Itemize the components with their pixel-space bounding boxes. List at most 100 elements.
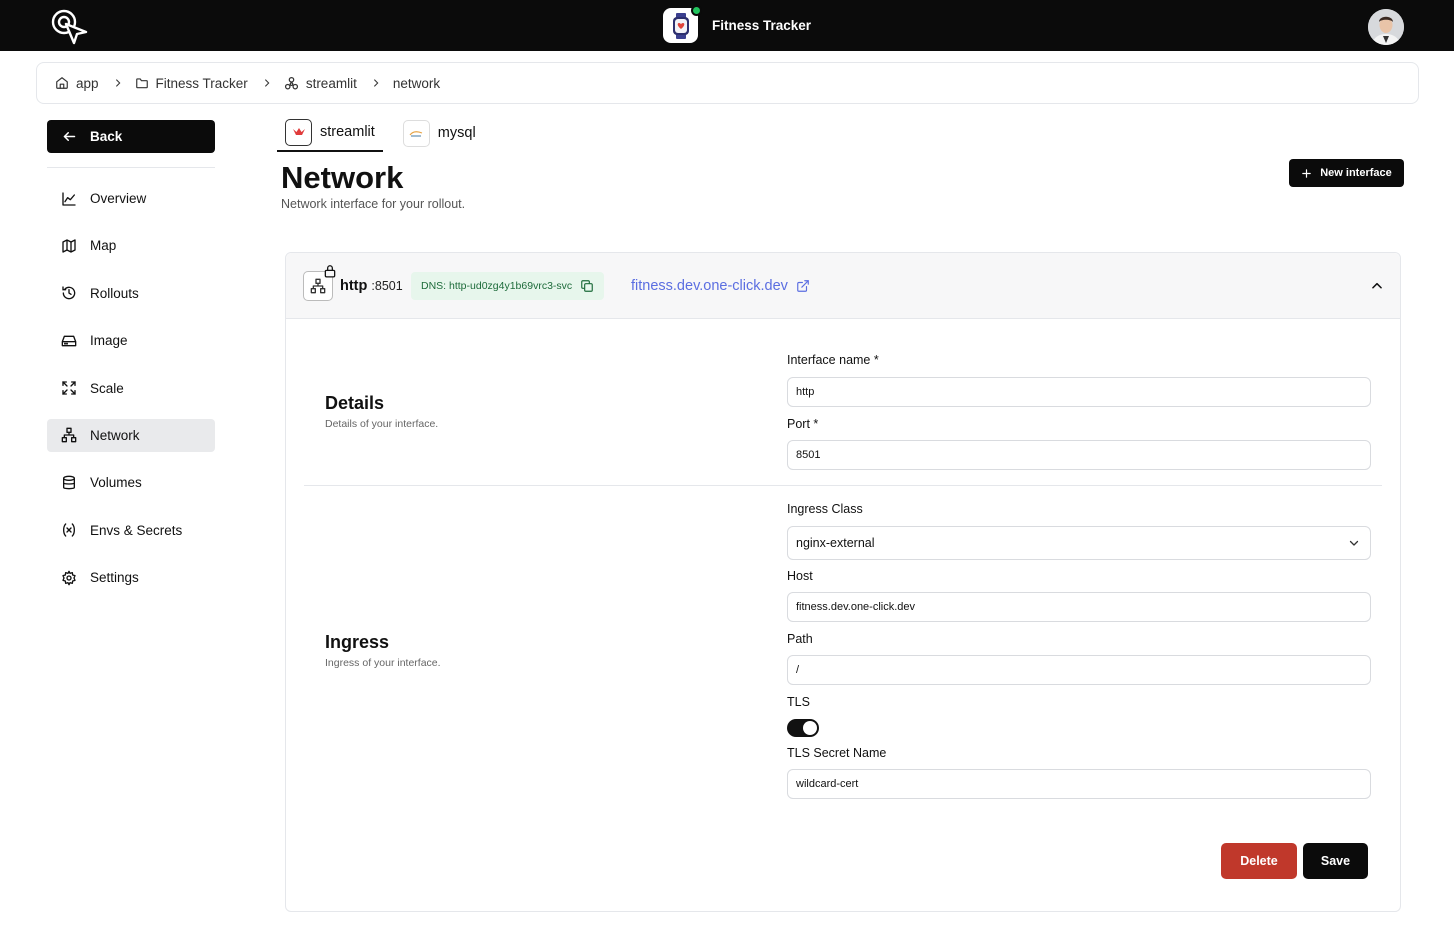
sidebar-item-label: Rollouts xyxy=(90,285,139,301)
sidebar-item-network[interactable]: Network xyxy=(47,418,215,452)
sidebar-item-settings[interactable]: Settings xyxy=(47,561,215,594)
folder-icon xyxy=(135,78,148,89)
breadcrumb-app[interactable]: app xyxy=(55,76,99,91)
breadcrumb-app-label: app xyxy=(76,75,99,91)
breadcrumb-rollout[interactable]: streamlit xyxy=(284,76,357,91)
expand-icon xyxy=(62,381,76,395)
toggle-knob xyxy=(803,721,817,735)
section-divider xyxy=(304,485,1382,486)
new-interface-button[interactable]: New interface xyxy=(1289,159,1404,187)
interface-port: :8501 xyxy=(371,279,403,293)
sidebar-item-label: Network xyxy=(90,427,140,443)
user-avatar[interactable] xyxy=(1368,9,1404,45)
interface-name: http xyxy=(340,278,368,294)
interface-name-field[interactable]: http xyxy=(787,377,1371,407)
sidebar-item-label: Overview xyxy=(90,191,147,206)
sidebar-item-label: Volumes xyxy=(90,475,142,491)
app-switcher[interactable]: Fitness Tracker xyxy=(663,5,812,43)
watch-app-icon xyxy=(663,5,702,43)
copy-icon[interactable] xyxy=(580,279,594,293)
ingress-class-label: Ingress Class xyxy=(787,502,863,516)
ingress-class-value: nginx-external xyxy=(796,536,875,550)
hard-drive-icon xyxy=(61,335,77,347)
mysql-icon xyxy=(402,119,430,147)
sidebar-item-image[interactable]: Image xyxy=(47,324,215,357)
top-bar: Fitness Tracker xyxy=(0,0,1454,51)
tab-label: mysql xyxy=(437,125,476,141)
back-label: Back xyxy=(90,129,123,144)
interface-header[interactable]: http :8501 DNS: http-ud0zg4y1b69vrc3-svc… xyxy=(286,253,1400,319)
ingress-class-select[interactable]: nginx-external xyxy=(787,526,1371,560)
sidebar-item-rollouts[interactable]: Rollouts xyxy=(47,277,215,310)
sidebar-item-label: Map xyxy=(90,238,117,254)
chevron-up-icon[interactable] xyxy=(1370,279,1384,298)
sidebar-item-label: Scale xyxy=(90,380,124,396)
variable-icon xyxy=(63,523,75,537)
breadcrumb-current-label: network xyxy=(392,75,441,91)
save-button[interactable]: Save xyxy=(1303,843,1368,879)
history-icon xyxy=(62,286,76,300)
host-field[interactable]: fitness.dev.one-click.dev xyxy=(787,592,1371,622)
map-icon xyxy=(62,239,76,253)
interface-card: http :8501 DNS: http-ud0zg4y1b69vrc3-svc… xyxy=(285,252,1401,912)
tls-label: TLS xyxy=(787,695,810,709)
network-icon xyxy=(61,428,77,443)
breadcrumb-rollout-label: streamlit xyxy=(305,75,357,91)
tab-streamlit[interactable]: streamlit xyxy=(277,114,383,152)
logo-icon[interactable] xyxy=(48,6,90,46)
gear-icon xyxy=(62,570,76,585)
details-title: Details xyxy=(325,393,385,413)
interface-name-label: Interface name * xyxy=(787,353,879,367)
sidebar-item-label: Image xyxy=(90,333,128,349)
path-label: Path xyxy=(787,632,813,646)
app-title: Fitness Tracker xyxy=(712,18,812,33)
path-field[interactable]: / xyxy=(787,655,1371,685)
sidebar-nav: Overview Map Rollouts Image Scale Networ… xyxy=(47,182,215,609)
tls-secret-field[interactable]: wildcard-cert xyxy=(787,769,1371,799)
breadcrumb-project[interactable]: Fitness Tracker xyxy=(135,76,248,91)
sidebar-item-envs-secrets[interactable]: Envs & Secrets xyxy=(47,514,215,547)
interface-title: http :8501 xyxy=(340,278,403,294)
sidebar-divider xyxy=(47,167,215,168)
page-subtitle: Network interface for your rollout. xyxy=(281,197,466,211)
chevron-down-icon xyxy=(1349,540,1359,546)
ingress-subtitle: Ingress of your interface. xyxy=(325,657,441,669)
tls-secret-label: TLS Secret Name xyxy=(787,746,887,760)
delete-button[interactable]: Delete xyxy=(1221,843,1297,879)
public-url: fitness.dev.one-click.dev xyxy=(631,278,788,294)
sidebar-item-scale[interactable]: Scale xyxy=(47,372,215,405)
arrow-left-icon xyxy=(63,132,76,141)
rollout-tabs: streamlit mysql xyxy=(277,114,484,152)
home-icon xyxy=(56,77,68,89)
database-icon xyxy=(63,475,75,490)
cluster-icon xyxy=(284,76,298,89)
port-field[interactable]: 8501 xyxy=(787,440,1371,470)
host-label: Host xyxy=(787,569,813,583)
tls-toggle[interactable] xyxy=(787,719,819,737)
status-dot xyxy=(691,5,702,16)
breadcrumb-current: network xyxy=(393,76,440,91)
external-link-icon xyxy=(797,280,809,292)
streamlit-icon xyxy=(285,118,312,146)
tab-mysql[interactable]: mysql xyxy=(395,114,484,152)
details-subtitle: Details of your interface. xyxy=(325,418,439,430)
chevron-right-icon xyxy=(371,78,381,88)
page-title: Network xyxy=(281,160,404,195)
port-label: Port * xyxy=(787,417,819,431)
dns-text: DNS: http-ud0zg4y1b69vrc3-svc xyxy=(421,280,573,292)
plus-icon xyxy=(1302,168,1311,178)
public-url-link[interactable]: fitness.dev.one-click.dev xyxy=(631,278,810,294)
tab-label: streamlit xyxy=(320,124,375,140)
sidebar-item-overview[interactable]: Overview xyxy=(47,182,215,215)
dns-badge: DNS: http-ud0zg4y1b69vrc3-svc xyxy=(411,272,605,300)
back-button[interactable]: Back xyxy=(47,120,215,153)
chart-line-icon xyxy=(62,191,76,206)
sidebar-item-label: Envs & Secrets xyxy=(90,522,183,538)
breadcrumb: app Fitness Tracker streamlit network xyxy=(36,62,1419,104)
breadcrumb-project-label: Fitness Tracker xyxy=(155,75,248,91)
chevron-right-icon xyxy=(262,78,272,88)
sidebar-item-volumes[interactable]: Volumes xyxy=(47,466,215,499)
sidebar-item-map[interactable]: Map xyxy=(47,229,215,262)
ingress-title: Ingress xyxy=(325,632,390,652)
sidebar-item-label: Settings xyxy=(90,570,139,586)
